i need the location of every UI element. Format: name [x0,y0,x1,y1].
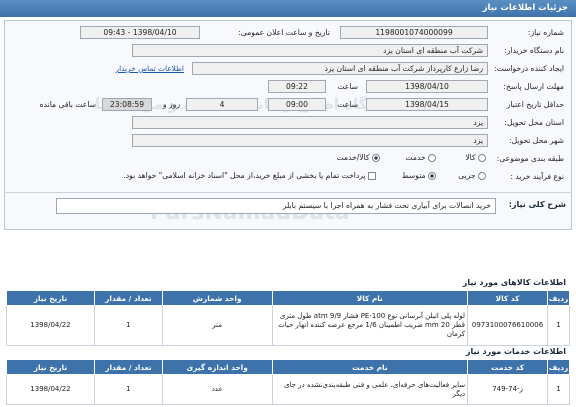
services-col-row: ردیف [547,359,570,375]
payment-treasury-option[interactable]: پرداخت تمام یا بخشی از مبلغ خرید،از محل … [123,171,376,180]
services-section-title: اطلاعات خدمات مورد نیاز [465,347,566,356]
requester-label: ایجاد کننده درخواست: [494,64,564,73]
services-table-header: ردیف کد خدمت نام خدمت واحد اندازه گیری ت… [6,359,570,375]
process-medium-label: متوسط [401,171,426,180]
need-number-field: 1198001074000099 [340,26,488,39]
goods-cell-name: لوله پلی اتیلن آبرسانی نوع PE-100 فشار 9… [271,305,469,346]
category-goods-label: کالا [465,153,476,162]
payment-treasury-note: پرداخت تمام یا بخشی از مبلغ خرید،از محل … [123,171,366,180]
services-col-code: کد خدمت [467,359,549,375]
buyer-org-label: نام دستگاه خریدار: [504,46,564,55]
announce-datetime-label: تاریخ و ساعت اعلان عمومی: [238,28,330,37]
services-cell-date: 1398/04/22 [6,374,95,405]
services-col-unit: واحد اندازه گیری [161,359,273,375]
purchase-process-label: نوع فرآیند خرید : [510,172,564,181]
description-label: شرح کلی نیاز: [508,200,566,209]
process-option-medium[interactable]: متوسط [402,171,436,180]
reply-deadline-time: 09:22 [268,80,326,93]
process-minor-radio[interactable] [478,172,486,180]
buyer-contact-link[interactable]: اطلاعات تماس خریدار [116,64,184,73]
goods-cell-qty: 1 [93,305,163,346]
goods-table-header: ردیف کد کالا نام کالا واحد شمارش تعداد /… [6,290,570,306]
category-goods-radio[interactable] [478,154,486,162]
category-goods-service-radio[interactable] [372,154,380,162]
category-service-label: خدمت [405,153,426,162]
category-label: طبقه بندی موضوعی: [496,154,564,163]
announce-datetime-field: 1398/04/10 - 09:43 [80,26,200,39]
delivery-province-label: استان محل تحویل: [504,118,564,127]
delivery-province-field: یزد [132,116,488,129]
services-col-name: نام خدمت [271,359,469,375]
services-col-qty: تعداد / مقدار [93,359,163,375]
goods-col-code: کد کالا [467,290,549,306]
goods-col-qty: تعداد / مقدار [93,290,163,306]
process-medium-radio[interactable] [428,172,436,180]
divider [4,192,572,193]
goods-cell-unit: متر [161,305,273,346]
services-col-date: تاریخ نیاز [6,359,95,375]
category-service-radio[interactable] [428,154,436,162]
services-cell-unit: عدد [161,374,273,405]
reply-deadline-time-label: ساعت [337,82,358,91]
delivery-city-label: شهر محل تحویل: [509,136,564,145]
validity-deadline-label: حداقل تاریخ اعتبار [506,100,564,109]
category-option-goods[interactable]: کالا [465,153,486,162]
reply-deadline-label: مهلت ارسال پاسخ: [503,82,564,91]
services-table: ردیف کد خدمت نام خدمت واحد اندازه گیری ت… [6,359,570,405]
services-cell-qty: 1 [93,374,163,405]
remaining-time-field: 23:08:59 [102,98,152,111]
goods-col-date: تاریخ نیاز [6,290,95,306]
page-header: جزئیات اطلاعات نیاز [0,0,576,17]
delivery-city-field: یزد [132,134,488,147]
validity-deadline-time-label: ساعت [337,100,358,109]
process-minor-label: جزیی [458,171,476,180]
category-option-goods-service[interactable]: کالا/خدمت [337,153,380,162]
services-cell-name: سایر فعالیت‌های حرفه‌ای، علمی و فنی طبقه… [271,374,469,405]
goods-table: ردیف کد کالا نام کالا واحد شمارش تعداد /… [6,290,570,346]
services-cell-row: 1 [547,374,570,405]
services-cell-code: ز-74-749 [467,374,549,405]
goods-cell-date: 1398/04/22 [6,305,95,346]
goods-section-title: اطلاعات کالاهای مورد نیاز [462,278,566,287]
need-number-label: شماره نیاز: [527,28,564,37]
goods-col-row: ردیف [547,290,570,306]
goods-cell-code: 0973100076610006 [467,305,549,346]
validity-deadline-time: 09:00 [268,98,326,111]
goods-col-name: نام کالا [271,290,469,306]
remaining-days-label: روز و [162,100,180,109]
description-field: خرید اتصالات برای آبیاری تحت فشار به همر… [56,198,496,214]
validity-deadline-date: 1398/04/15 [366,98,488,111]
goods-col-unit: واحد شمارش [161,290,273,306]
buyer-org-field: شرکت آب منطقه ای استان یزد [132,44,488,57]
goods-cell-row: 1 [547,305,570,346]
services-table-row: 1 ز-74-749 سایر فعالیت‌های حرفه‌ای، علمی… [6,374,570,405]
goods-table-row: 1 0973100076610006 لوله پلی اتیلن آبرسان… [6,305,570,346]
reply-deadline-date: 1398/04/10 [366,80,488,93]
category-option-service[interactable]: خدمت [405,153,436,162]
process-option-minor[interactable]: جزیی [458,171,486,180]
remaining-time-label: ساعت باقی مانده [39,100,96,109]
payment-treasury-checkbox[interactable] [368,172,376,180]
remaining-days-field: 4 [186,98,258,111]
category-goods-service-label: کالا/خدمت [336,153,370,162]
requester-field: رضا زارع کارپرداز شرکت آب منطقه ای استان… [192,62,488,75]
